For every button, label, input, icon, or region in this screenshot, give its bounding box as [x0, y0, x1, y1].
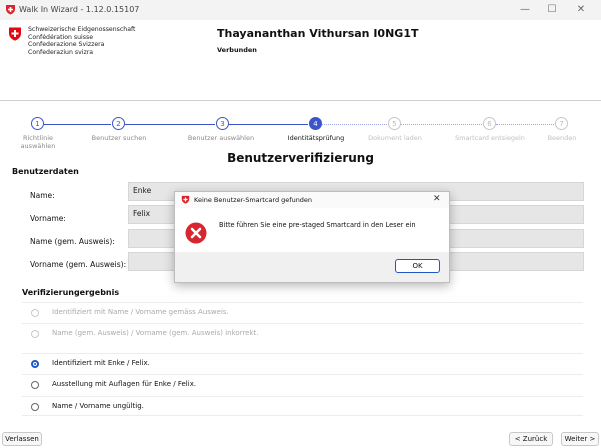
radio-identified-by-id[interactable]: [31, 309, 39, 317]
dialog-message: Bitte führen Sie eine pre-staged Smartca…: [219, 221, 416, 229]
app-shield-icon: [181, 195, 190, 204]
vorname-label: Vorname:: [30, 214, 66, 223]
option-identified-enke-felix[interactable]: Identifiziert mit Enke / Felix.: [22, 353, 583, 373]
dialog-button-area: OK: [175, 252, 449, 282]
step-connector-2: [125, 124, 215, 125]
step-2-circle: 2: [112, 117, 125, 130]
error-icon: [185, 222, 207, 244]
confederation-line-de: Schweizerische Eidgenossenschaft: [28, 26, 136, 33]
radio-id-incorrect[interactable]: [31, 330, 39, 338]
back-button[interactable]: < Zurück: [509, 432, 553, 446]
window-title: Walk In Wizard - 1.12.0.15107: [19, 5, 140, 14]
step-4-circle: 4: [309, 117, 322, 130]
swiss-cross-icon: [9, 27, 21, 41]
step-2-label: Benutzer suchen: [91, 134, 147, 142]
maximize-button[interactable]: ☐: [539, 2, 565, 18]
step-connector-6: [496, 124, 554, 125]
step-3-label: Benutzer auswählen: [187, 134, 255, 142]
app-shield-icon: [6, 5, 15, 15]
leave-button[interactable]: Verlassen: [2, 432, 42, 446]
option-id-incorrect[interactable]: Name (gem. Ausweis) / Vorname (gem. Ausw…: [22, 323, 583, 343]
step-connector-1: [44, 124, 111, 125]
option-name-invalid[interactable]: Name / Vorname ungültig.: [22, 396, 583, 416]
dialog-titlebar: Keine Benutzer-Smartcard gefunden ✕: [175, 192, 449, 208]
step-1-circle: 1: [31, 117, 44, 130]
option-label: Name / Vorname ungültig.: [52, 402, 144, 410]
radio-identified-enke-felix[interactable]: [31, 360, 39, 368]
ok-button[interactable]: OK: [395, 259, 440, 273]
user-data-section-title: Benutzerdaten: [12, 167, 79, 176]
step-1-label: Richtlinie auswählen: [3, 134, 73, 150]
close-window-button[interactable]: ✕: [568, 2, 594, 18]
minimize-button[interactable]: —: [512, 2, 538, 18]
step-connector-4: [322, 124, 387, 125]
step-connector-5: [401, 124, 482, 125]
ausweis-vorname-label: Vorname (gem. Ausweis):: [30, 260, 127, 269]
dialog-title: Keine Benutzer-Smartcard gefunden: [194, 196, 313, 204]
step-7-label: Beenden: [547, 134, 577, 142]
step-5-circle: 5: [388, 117, 401, 130]
window-titlebar: Walk In Wizard - 1.12.0.15107 — ☐ ✕: [0, 0, 601, 21]
step-6-label: Smartcard entsiegeln: [455, 134, 525, 142]
confederation-line-rm: Confederaziun svizra: [28, 48, 94, 56]
connection-status: Verbunden: [217, 46, 257, 54]
step-1-label-line1: Richtlinie: [22, 134, 54, 142]
user-name: Thayananthan Vithursan I0NG1T: [217, 27, 419, 40]
verification-section-title: Verifizierungergebnis: [22, 288, 120, 297]
option-label: Identifiziert mit Enke / Felix.: [52, 359, 150, 367]
option-identified-by-id[interactable]: Identifiziert mit Name / Vorname gemäss …: [22, 302, 583, 322]
next-button[interactable]: Weiter >: [561, 432, 599, 446]
step-1-label-line2: auswählen: [20, 142, 56, 150]
radio-issue-with-conditions[interactable]: [31, 381, 39, 389]
option-label: Identifiziert mit Name / Vorname gemäss …: [52, 308, 229, 316]
option-label: Ausstellung mit Auflagen für Enke / Feli…: [52, 380, 197, 388]
confederation-line-fr: Confédération suisse: [28, 33, 94, 41]
step-6-circle: 6: [483, 117, 496, 130]
ausweis-name-label: Name (gem. Ausweis):: [30, 237, 115, 246]
step-5-label: Dokument laden: [368, 134, 422, 142]
confederation-name: Schweizerische Eidgenossenschaft Confédé…: [28, 26, 135, 56]
error-dialog: Keine Benutzer-Smartcard gefunden ✕ Bitt…: [174, 191, 450, 283]
step-3-circle: 3: [216, 117, 229, 130]
name-label: Name:: [30, 191, 55, 200]
radio-name-invalid[interactable]: [31, 403, 39, 411]
step-7-circle: 7: [555, 117, 568, 130]
step-connector-3: [229, 124, 308, 125]
confederation-line-it: Confederazione Svizzera: [28, 41, 105, 48]
option-label: Name (gem. Ausweis) / Vorname (gem. Ausw…: [52, 329, 259, 337]
page-title: Benutzerverifizierung: [227, 151, 374, 165]
dialog-close-button[interactable]: ✕: [433, 194, 441, 204]
step-4-label: Identitätsprüfung: [287, 134, 345, 142]
option-issue-with-conditions[interactable]: Ausstellung mit Auflagen für Enke / Feli…: [22, 374, 583, 394]
